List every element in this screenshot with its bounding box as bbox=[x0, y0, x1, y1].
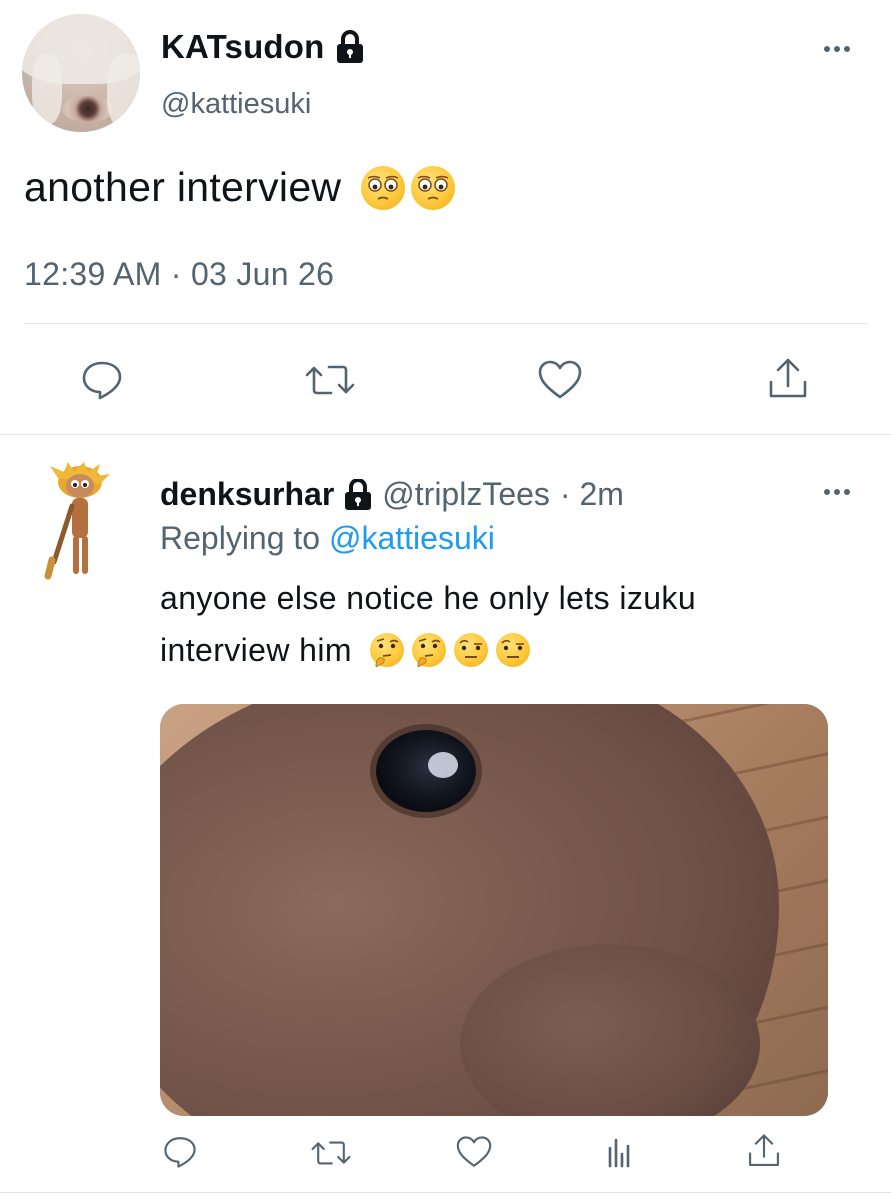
flushed-face-icon bbox=[411, 165, 456, 210]
share-button[interactable] bbox=[762, 354, 814, 404]
bottom-divider bbox=[0, 1192, 891, 1193]
share-icon bbox=[749, 1134, 779, 1166]
lock-icon bbox=[336, 30, 363, 63]
reply-text-line-2-row: interview him bbox=[160, 624, 530, 676]
author-line: KATsudon bbox=[161, 28, 365, 66]
reply-time[interactable]: · 2m bbox=[560, 476, 624, 513]
reply-more-options-icon[interactable] bbox=[824, 489, 850, 495]
retweet-button[interactable] bbox=[302, 356, 358, 404]
reply-text-line-1: anyone else notice he only lets izuku bbox=[160, 580, 697, 616]
section-divider bbox=[0, 434, 891, 435]
thinking-face-icon bbox=[411, 633, 446, 667]
replying-to-line: Replying to @kattiesuki bbox=[160, 520, 495, 557]
flushed-face-icon bbox=[361, 165, 406, 210]
reply-author-line: denksurhar @triplzTees · 2m bbox=[160, 476, 624, 513]
reply-avatar[interactable] bbox=[44, 462, 114, 586]
tweet-media-image[interactable] bbox=[160, 704, 828, 1116]
reply-icon bbox=[82, 361, 122, 400]
horse-eye bbox=[376, 730, 476, 812]
like-icon bbox=[456, 1136, 492, 1167]
reply-analytics-button[interactable] bbox=[600, 1132, 640, 1172]
like-button[interactable] bbox=[534, 356, 586, 404]
more-options-icon[interactable] bbox=[824, 46, 850, 52]
avatar[interactable] bbox=[22, 14, 140, 132]
retweet-icon bbox=[305, 365, 355, 395]
like-icon bbox=[538, 360, 582, 399]
tweet-text: another interview bbox=[24, 164, 342, 210]
retweet-icon bbox=[311, 1141, 351, 1165]
thinking-face-icon bbox=[369, 633, 404, 667]
divider bbox=[24, 323, 867, 324]
replying-to-label: Replying to bbox=[160, 520, 321, 556]
raised-eyebrow-face-icon bbox=[453, 633, 488, 667]
handle[interactable]: @kattiesuki bbox=[161, 88, 311, 121]
raised-eyebrow-face-icon bbox=[495, 633, 530, 667]
reply-icon bbox=[164, 1137, 196, 1168]
reply-like-button[interactable] bbox=[454, 1132, 494, 1172]
reply-share-button[interactable] bbox=[744, 1130, 784, 1172]
display-name[interactable]: KATsudon bbox=[161, 28, 325, 66]
analytics-icon bbox=[608, 1138, 630, 1168]
tweet-timestamp[interactable]: 12:39 AM · 03 Jun 26 bbox=[24, 256, 334, 293]
lock-icon bbox=[345, 478, 372, 510]
reply-text-line-2: interview him bbox=[160, 632, 352, 668]
reply-retweet-button[interactable] bbox=[308, 1134, 354, 1172]
reply-handle[interactable]: @triplzTees bbox=[382, 476, 550, 513]
tweet-body: another interview bbox=[24, 164, 456, 211]
cartoon-figure-avatar bbox=[44, 462, 110, 580]
reply-reply-button[interactable] bbox=[160, 1132, 200, 1172]
share-icon bbox=[769, 358, 807, 398]
replying-to-handle[interactable]: @kattiesuki bbox=[329, 520, 495, 556]
reply-button[interactable] bbox=[76, 356, 128, 404]
reply-display-name[interactable]: denksurhar bbox=[160, 476, 334, 513]
